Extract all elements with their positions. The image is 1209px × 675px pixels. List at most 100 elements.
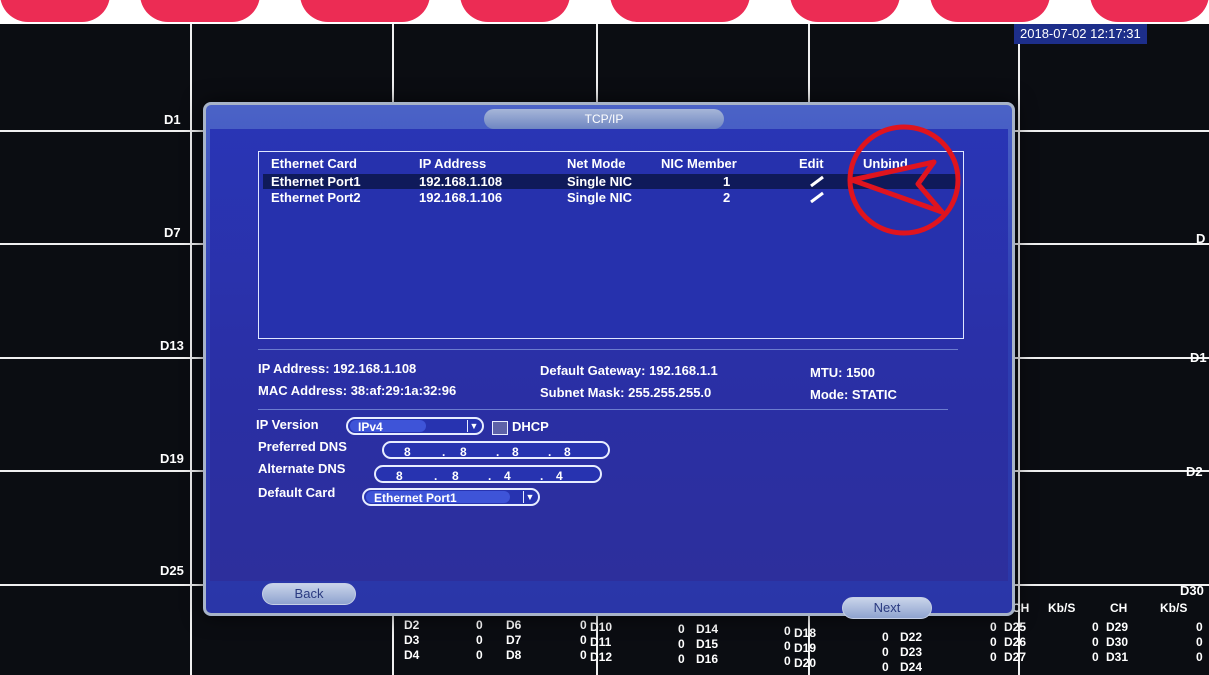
stats-kb: 0 <box>1092 620 1099 634</box>
stats-kb: 0 <box>1196 635 1203 649</box>
stats-kb: 0 <box>678 652 685 666</box>
stats-ch: D25 <box>1004 620 1027 634</box>
stats-kb: 0 <box>1092 635 1099 649</box>
ip-version-select[interactable]: IPv4 ▼ <box>346 417 484 435</box>
channel-label: D19 <box>160 451 184 466</box>
stats-ch: D4 <box>404 648 420 662</box>
stats-ch: D24 <box>900 660 923 674</box>
stats-ch: D30 <box>1106 635 1129 649</box>
stats-ch: D26 <box>1004 635 1027 649</box>
back-button[interactable]: Back <box>262 583 356 605</box>
dns-octet: 4 <box>556 469 563 483</box>
info-mtu: MTU: 1500 <box>810 365 876 380</box>
chevron-down-icon: ▼ <box>467 420 480 432</box>
stats-kb: 0 <box>882 645 889 659</box>
stats-header: Kb/S <box>1160 601 1188 615</box>
channel-label: D2 <box>1186 464 1203 479</box>
dns-octet: 8 <box>404 445 411 459</box>
stats-kb: 0 <box>784 624 791 638</box>
divider <box>258 349 958 350</box>
datetime-display: 2018-07-02 12:17:31 <box>1014 24 1147 44</box>
dns-dot: . <box>540 469 544 483</box>
ip-version-label: IP Version <box>256 417 319 432</box>
channel-label: D7 <box>164 225 181 240</box>
stats-kb: 0 <box>476 618 483 632</box>
dns-octet: 8 <box>452 469 459 483</box>
stats-kb: 0 <box>678 637 685 651</box>
stats-header: Kb/S <box>1048 601 1076 615</box>
next-button[interactable]: Next <box>842 597 932 619</box>
info-gateway: Default Gateway: 192.168.1.1 <box>540 363 718 378</box>
dns-dot: . <box>548 445 552 459</box>
alternate-dns-label: Alternate DNS <box>258 461 346 476</box>
stats-ch: D16 <box>696 652 719 666</box>
stats-ch: D8 <box>506 648 522 662</box>
stats-ch: D22 <box>900 630 923 644</box>
cell-member: 1 <box>723 174 731 189</box>
stats-ch: D20 <box>794 656 817 670</box>
stats-kb: 0 <box>580 648 587 662</box>
stats-ch: D11 <box>590 635 612 649</box>
cell-member: 2 <box>723 190 731 205</box>
default-card-label: Default Card <box>258 485 336 500</box>
stats-ch: D6 <box>506 618 522 632</box>
dns-octet: 8 <box>512 445 519 459</box>
info-subnet: Subnet Mask: 255.255.255.0 <box>540 385 712 400</box>
column-header: Edit <box>799 156 824 171</box>
cell-ip: 192.168.1.106 <box>419 190 503 205</box>
stats-header: CH <box>1110 601 1128 615</box>
dhcp-checkbox[interactable] <box>492 421 508 435</box>
stats-ch: D18 <box>794 626 817 640</box>
annotation-circle-icon <box>847 124 961 236</box>
stats-kb: 0 <box>476 633 483 647</box>
stats-kb: 0 <box>476 648 483 662</box>
edit-icon[interactable] <box>809 175 825 187</box>
dialog-title: TCP/IP <box>484 109 724 129</box>
stats-ch: D19 <box>794 641 817 655</box>
stats-kb: 0 <box>1196 650 1203 664</box>
stats-kb: 0 <box>678 622 685 636</box>
stats-ch: D31 <box>1106 650 1129 664</box>
stats-ch: D2 <box>404 618 420 632</box>
preferred-dns-label: Preferred DNS <box>258 439 347 454</box>
ip-version-value: IPv4 <box>350 420 426 434</box>
stats-ch: D10 <box>590 620 613 634</box>
channel-label: D25 <box>160 563 184 578</box>
watermark-band <box>0 0 1209 24</box>
stats-kb: 0 <box>882 630 889 644</box>
dns-octet: 8 <box>396 469 403 483</box>
dhcp-label: DHCP <box>512 419 549 434</box>
channel-label: D13 <box>160 338 184 353</box>
dns-dot: . <box>488 469 492 483</box>
stats-kb: 0 <box>784 639 791 653</box>
dns-dot: . <box>434 469 438 483</box>
preferred-dns-input[interactable]: 8 . 8 . 8 . 8 <box>382 441 610 459</box>
dns-octet: 4 <box>504 469 511 483</box>
cell-mode: Single NIC <box>567 174 633 189</box>
cell-ip: 192.168.1.108 <box>419 174 503 189</box>
chevron-down-icon: ▼ <box>523 491 536 503</box>
stats-kb: 0 <box>1196 620 1203 634</box>
info-ip-address: IP Address: 192.168.1.108 <box>258 361 417 376</box>
stats-ch: D23 <box>900 645 923 659</box>
column-header: IP Address <box>419 156 487 171</box>
edit-icon[interactable] <box>809 191 825 203</box>
stats-ch: D14 <box>696 622 719 636</box>
channel-label: D1 <box>164 112 181 127</box>
column-header: NIC Member <box>661 156 737 171</box>
channel-label: D <box>1196 231 1206 246</box>
cell-card: Ethernet Port1 <box>271 174 361 189</box>
dns-dot: . <box>496 445 500 459</box>
dns-octet: 8 <box>564 445 571 459</box>
alternate-dns-input[interactable]: 8 . 8 . 4 . 4 <box>374 465 602 483</box>
stats-ch: D27 <box>1004 650 1027 664</box>
stats-kb: 0 <box>580 633 587 647</box>
stats-ch: D3 <box>404 633 420 647</box>
cell-mode: Single NIC <box>567 190 633 205</box>
stats-ch: D15 <box>696 637 719 651</box>
stats-kb: 0 <box>784 654 791 668</box>
channel-label: D30 <box>1180 583 1204 598</box>
dns-dot: . <box>442 445 446 459</box>
default-card-select[interactable]: Ethernet Port1 ▼ <box>362 488 540 506</box>
dns-octet: 8 <box>460 445 467 459</box>
